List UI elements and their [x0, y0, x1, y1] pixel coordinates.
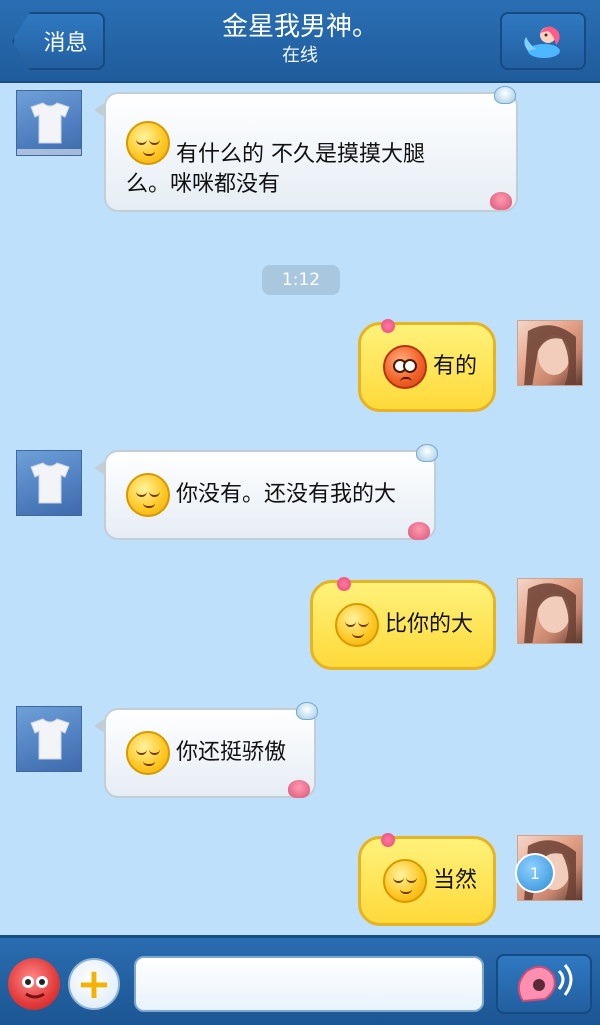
contact-avatar[interactable] — [16, 706, 82, 772]
flower-decoration-icon — [381, 319, 395, 333]
flower-decoration-icon — [381, 833, 395, 847]
message-text: 有什么的 不久是摸摸大腿 么。咪咪都没有 — [126, 142, 425, 197]
conch-voice-icon[interactable] — [496, 954, 592, 1014]
sleepy-smile-emoji — [126, 731, 170, 775]
unread-count-badge[interactable]: 1 — [515, 853, 555, 893]
shell-decoration-icon — [494, 86, 516, 104]
fish-face-icon — [22, 976, 48, 999]
user-avatar[interactable] — [517, 578, 583, 644]
sleepy-smile-emoji — [126, 473, 170, 517]
message-text: 当然 — [433, 868, 478, 893]
selfie-avatar-image — [524, 583, 576, 643]
online-status: 在线 — [282, 45, 318, 66]
message-bubble-received[interactable]: 你没有。还没有我的大 — [94, 444, 438, 540]
sleepy-smile-emoji — [126, 121, 170, 165]
sleepy-smile-emoji — [383, 859, 427, 903]
message-bubble-sent[interactable]: 当然 — [358, 833, 496, 926]
message-bubble-sent[interactable]: 有的 — [358, 319, 496, 412]
timestamp: 1:12 — [262, 265, 340, 295]
mermaid-icon — [524, 26, 560, 58]
shirt-avatar-image — [30, 718, 70, 760]
shirt-avatar-image — [17, 102, 81, 155]
selfie-avatar-image — [524, 325, 576, 385]
message-bubble-received[interactable]: 有什么的 不久是摸摸大腿 么。咪咪都没有 — [94, 86, 518, 212]
shell-decoration-icon — [416, 444, 438, 462]
message-text: 你没有。还没有我的大 — [176, 482, 397, 507]
worried-face-emoji — [383, 345, 427, 389]
mushroom-decoration-icon — [490, 192, 512, 210]
back-button[interactable]: 消息 — [12, 12, 105, 70]
chat-header: 消息 金星我男神。 在线 — [0, 0, 600, 83]
shell-decoration-icon — [296, 702, 318, 720]
input-bar: + — [0, 935, 600, 1025]
sleepy-smile-emoji — [335, 603, 379, 647]
message-bubble-sent[interactable]: 比你的大 — [310, 577, 496, 670]
message-text: 你还挺骄傲 — [176, 740, 287, 765]
contact-avatar[interactable] — [16, 90, 82, 156]
message-text: 有的 — [433, 354, 478, 379]
flower-decoration-icon — [337, 577, 351, 591]
mushroom-decoration-icon — [408, 522, 430, 540]
fish-icon[interactable] — [8, 958, 60, 1010]
message-text: 比你的大 — [385, 612, 474, 637]
message-bubble-received[interactable]: 你还挺骄傲 — [94, 702, 318, 798]
message-input[interactable] — [134, 956, 484, 1012]
user-avatar[interactable] — [517, 320, 583, 386]
shirt-avatar-image — [30, 462, 70, 504]
conch-shell-icon — [517, 964, 573, 1003]
theme-button[interactable] — [500, 12, 586, 70]
title-block: 金星我男神。 在线 — [150, 10, 450, 68]
mushroom-decoration-icon — [288, 780, 310, 798]
plus-icon[interactable]: + — [68, 958, 120, 1010]
contact-avatar[interactable] — [16, 450, 82, 516]
contact-name: 金星我男神。 — [221, 12, 378, 42]
